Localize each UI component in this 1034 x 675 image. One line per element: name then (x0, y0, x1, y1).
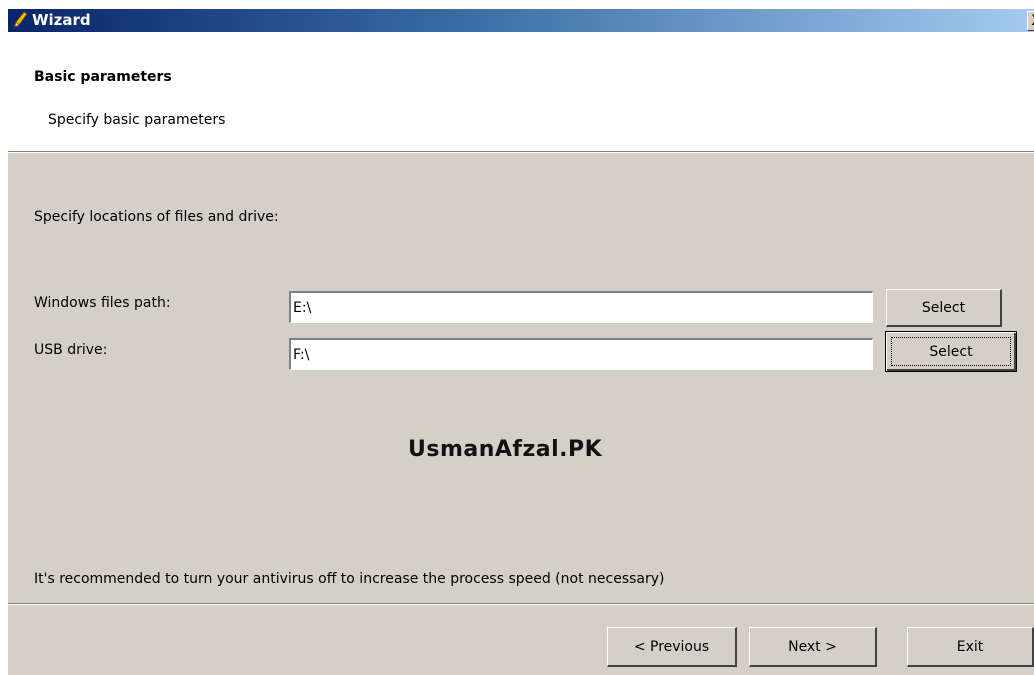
page-subtitle: Specify basic parameters (48, 112, 226, 128)
header-divider (8, 152, 1034, 153)
exit-button[interactable]: Exit (907, 627, 1034, 667)
wizard-window: Wizard X Basic parameters Specify basic … (8, 9, 1034, 675)
windows-path-select-button[interactable]: Select (886, 289, 1002, 327)
footer-separator (8, 603, 1034, 605)
window-title: Wizard (32, 11, 91, 29)
pencil-icon (10, 10, 30, 30)
usb-drive-input[interactable] (289, 338, 873, 370)
close-button[interactable]: X (1027, 11, 1034, 31)
usb-drive-label: USB drive: (34, 342, 108, 358)
windows-path-select-label: Select (921, 299, 966, 316)
windows-path-input[interactable] (289, 291, 873, 323)
usb-drive-select-label: Select (929, 343, 973, 360)
header-panel: Basic parameters Specify basic parameter… (8, 32, 1034, 152)
usb-drive-select-button[interactable]: Select (885, 331, 1017, 372)
page-title: Basic parameters (34, 69, 172, 85)
antivirus-note: It's recommended to turn your antivirus … (34, 571, 665, 587)
watermark-text: UsmanAfzal.PK (408, 437, 603, 462)
previous-button[interactable]: < Previous (607, 627, 737, 667)
windows-path-label: Windows files path: (34, 295, 171, 311)
next-button[interactable]: Next > (749, 627, 877, 667)
title-bar[interactable]: Wizard X (8, 9, 1034, 32)
instruction-text: Specify locations of files and drive: (34, 209, 279, 225)
